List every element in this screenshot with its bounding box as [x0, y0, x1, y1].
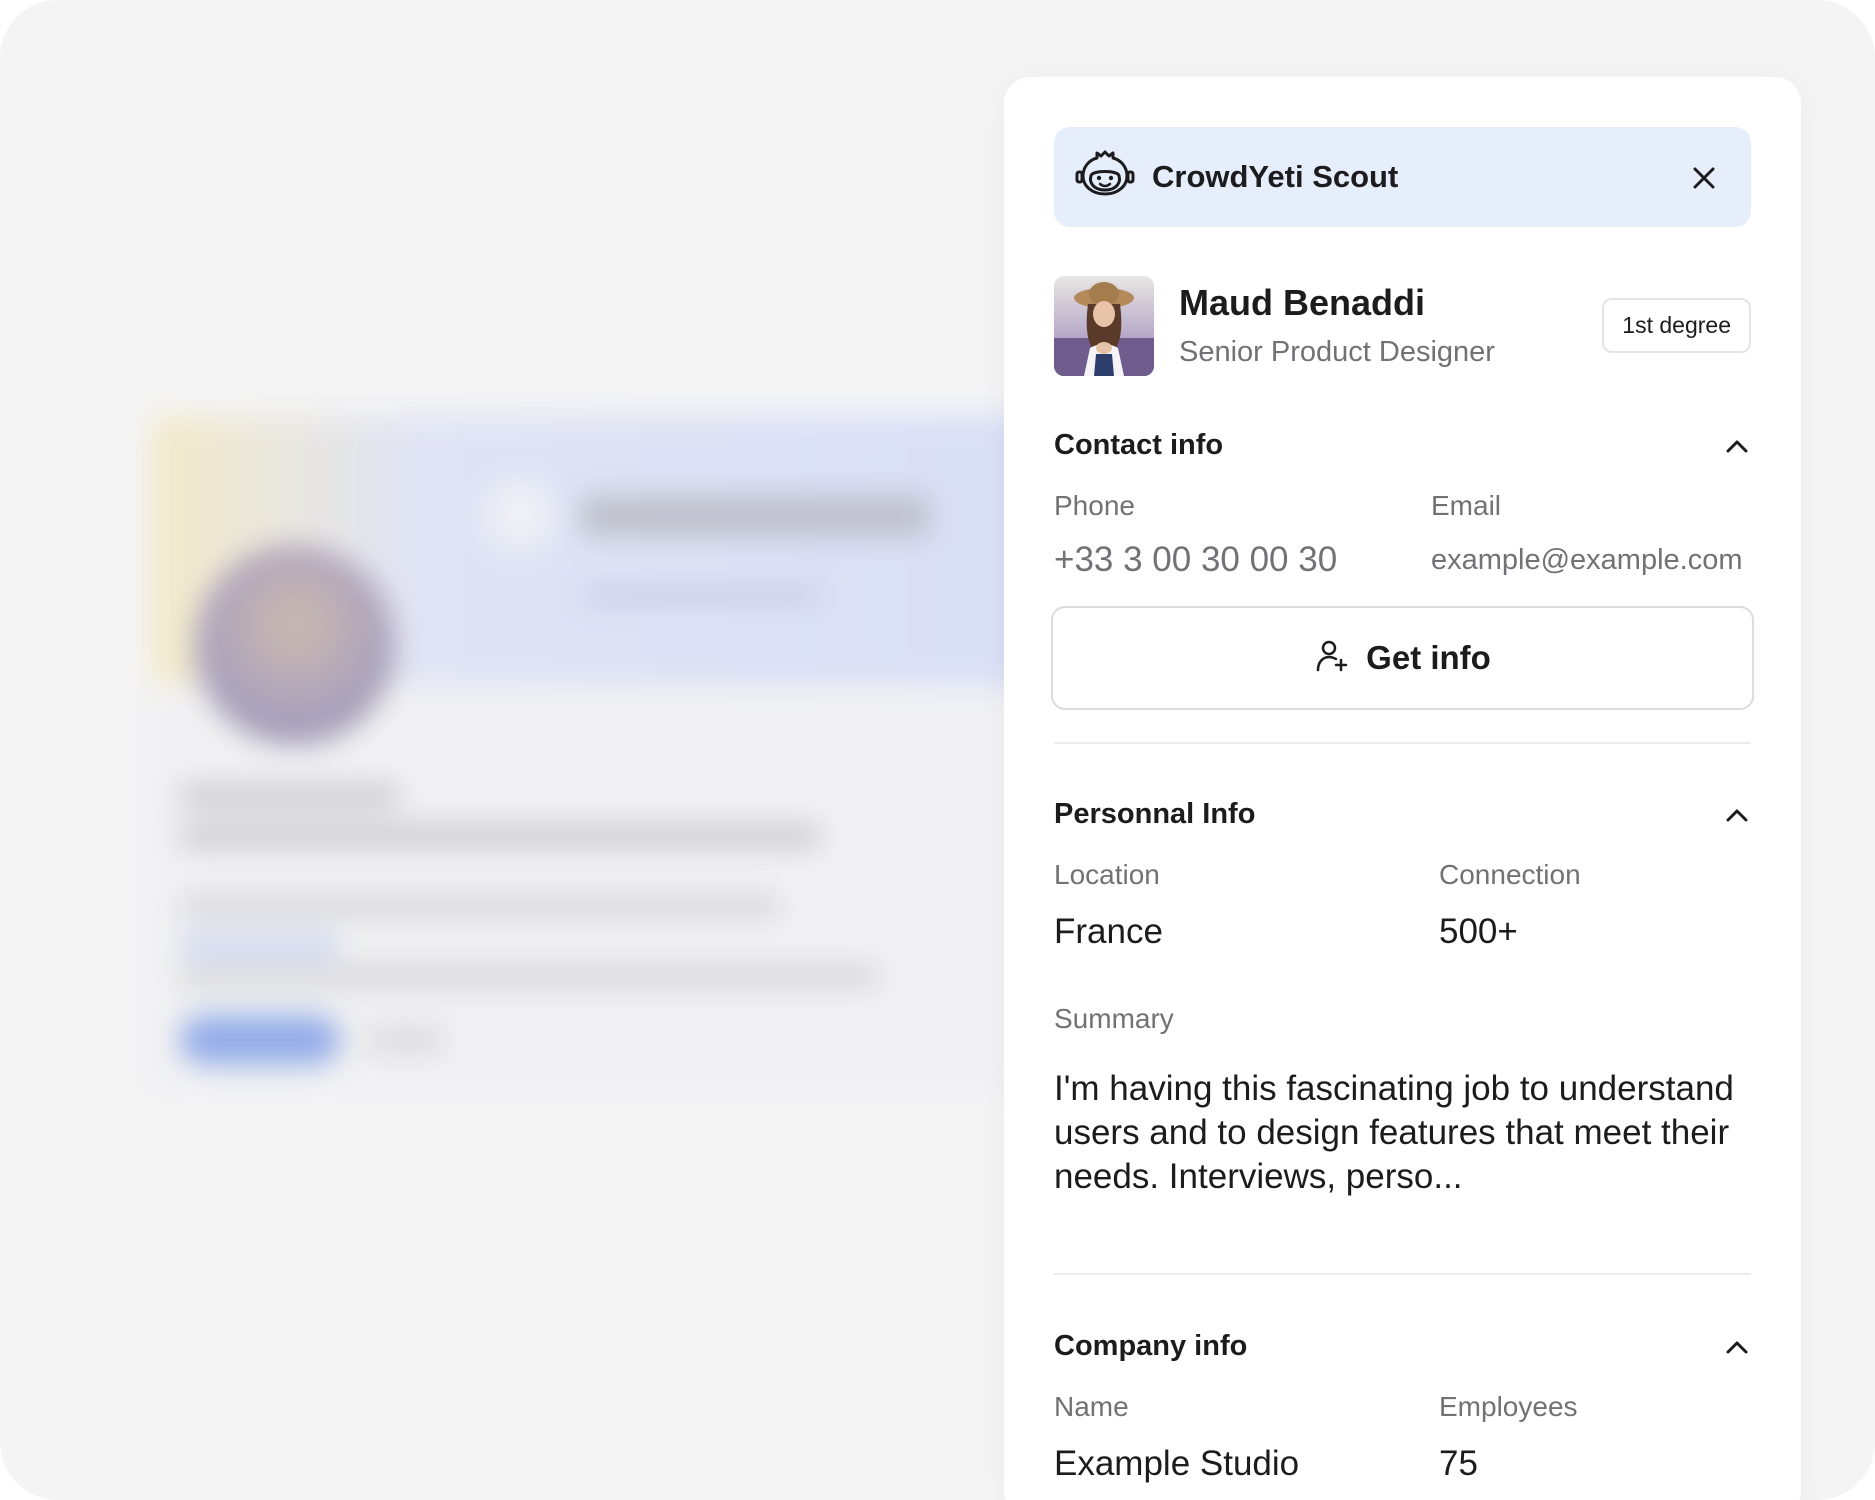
location-label: Location — [1054, 859, 1160, 890]
background-text-line — [180, 825, 820, 847]
email-label: Email — [1431, 490, 1502, 521]
chevron-up-icon[interactable] — [1723, 1334, 1751, 1362]
phone-value: +33 3 00 30 00 30 — [1054, 540, 1338, 579]
scout-side-panel: CrowdYeti Scout Maud Benaddi Senior Prod… — [1004, 77, 1801, 1500]
company-name-value: Example Studio — [1054, 1444, 1300, 1483]
connection-label: Connection — [1439, 859, 1581, 890]
email-value: example@example.com — [1431, 544, 1743, 576]
background-text-line — [180, 785, 400, 807]
profile-summary: Maud Benaddi Senior Product Designer 1st… — [1054, 276, 1751, 376]
background-text-line — [180, 935, 340, 957]
close-icon[interactable] — [1687, 161, 1721, 195]
background-avatar — [195, 545, 395, 745]
app-title: CrowdYeti Scout — [1152, 159, 1399, 194]
employees-label: Employees — [1439, 1391, 1578, 1422]
profile-photo — [1054, 276, 1154, 376]
section-divider — [1054, 742, 1751, 744]
location-value: France — [1054, 912, 1163, 951]
connection-value: 500+ — [1439, 912, 1518, 951]
panel-header: CrowdYeti Scout — [1054, 127, 1751, 227]
phone-label: Phone — [1054, 490, 1135, 521]
add-user-icon — [1314, 638, 1350, 679]
get-info-label: Get info — [1366, 639, 1491, 676]
profile-name: Maud Benaddi — [1179, 282, 1426, 323]
section-divider — [1054, 1273, 1751, 1275]
chevron-up-icon[interactable] — [1723, 802, 1751, 830]
employees-value: 75 — [1439, 1444, 1478, 1483]
get-info-button[interactable]: Get info — [1051, 606, 1754, 710]
background-button — [365, 1025, 445, 1055]
background-button — [180, 1015, 340, 1065]
chevron-up-icon[interactable] — [1723, 433, 1751, 461]
background-text-line — [180, 895, 780, 917]
background-text-line — [180, 965, 880, 987]
connection-degree-badge: 1st degree — [1602, 298, 1751, 353]
app-frame: CrowdYeti Scout Maud Benaddi Senior Prod… — [0, 0, 1875, 1500]
personal-info-title: Personnal Info — [1054, 798, 1256, 830]
background-logo — [485, 480, 555, 550]
summary-text: I'm having this fascinating job to under… — [1054, 1069, 1734, 1196]
summary-label: Summary — [1054, 1003, 1174, 1034]
background-title — [580, 495, 930, 537]
contact-info-title: Contact info — [1054, 429, 1224, 461]
company-info-title: Company info — [1054, 1330, 1248, 1362]
background-subtitle — [580, 585, 820, 605]
blurred-background-profile — [140, 395, 1040, 1095]
yeti-logo-icon — [1072, 144, 1138, 210]
profile-role: Senior Product Designer — [1179, 336, 1495, 368]
company-name-label: Name — [1054, 1391, 1129, 1422]
